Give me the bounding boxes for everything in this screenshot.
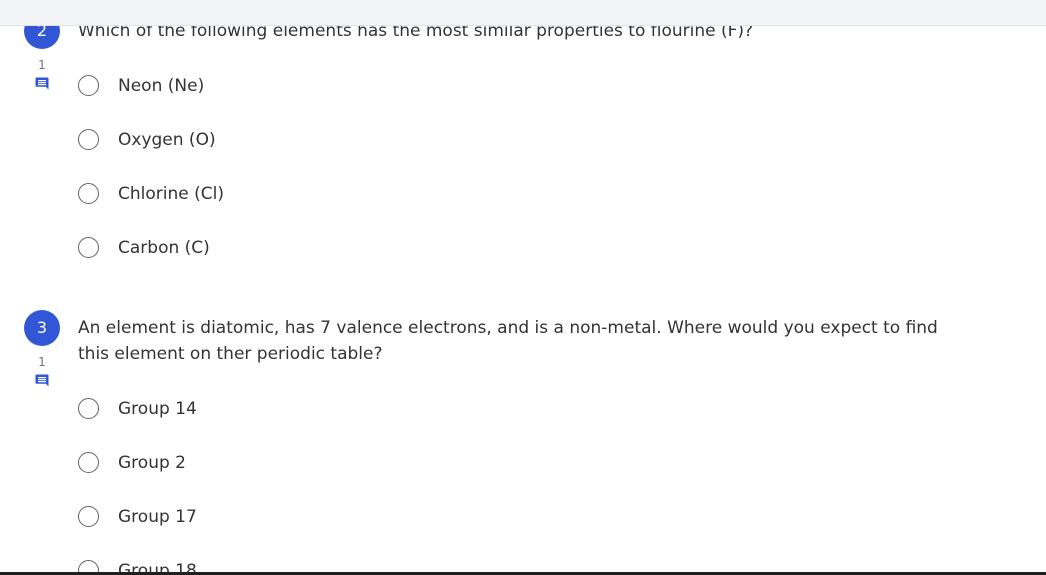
top-toolbar: [0, 0, 1046, 26]
radio-unselected-icon[interactable]: [78, 183, 99, 204]
answer-option-label: Chlorine (Cl): [118, 184, 224, 204]
answer-option[interactable]: Neon (Ne): [78, 75, 478, 101]
answer-option[interactable]: Oxygen (O): [78, 129, 478, 155]
answer-option-label: Group 14: [118, 399, 197, 419]
answer-option[interactable]: Group 2: [78, 452, 478, 478]
comment-count: 1: [38, 355, 46, 369]
comment-icon[interactable]: [35, 374, 49, 387]
answer-option[interactable]: Carbon (C): [78, 237, 478, 263]
radio-unselected-icon[interactable]: [78, 75, 99, 96]
radio-unselected-icon[interactable]: [78, 452, 99, 473]
answer-option[interactable]: Group 17: [78, 506, 478, 532]
answer-option-label: Neon (Ne): [118, 76, 205, 96]
radio-unselected-icon[interactable]: [78, 237, 99, 258]
answer-option[interactable]: Chlorine (Cl): [78, 183, 478, 209]
answer-option-label: Oxygen (O): [118, 130, 216, 150]
answer-option-label: Group 17: [118, 507, 197, 527]
question-text: An element is diatomic, has 7 valence el…: [78, 318, 938, 364]
radio-unselected-icon[interactable]: [78, 506, 99, 527]
question-number-badge: 3: [24, 310, 60, 346]
answer-option-label: Group 2: [118, 453, 186, 473]
answer-option[interactable]: Group 14: [78, 398, 478, 424]
answer-option-label: Carbon (C): [118, 238, 210, 258]
radio-unselected-icon[interactable]: [78, 398, 99, 419]
radio-unselected-icon[interactable]: [78, 129, 99, 150]
comment-icon[interactable]: [35, 77, 49, 90]
quiz-page: 2 1 Which of the following elements has …: [0, 0, 1046, 575]
comment-count: 1: [38, 58, 46, 72]
